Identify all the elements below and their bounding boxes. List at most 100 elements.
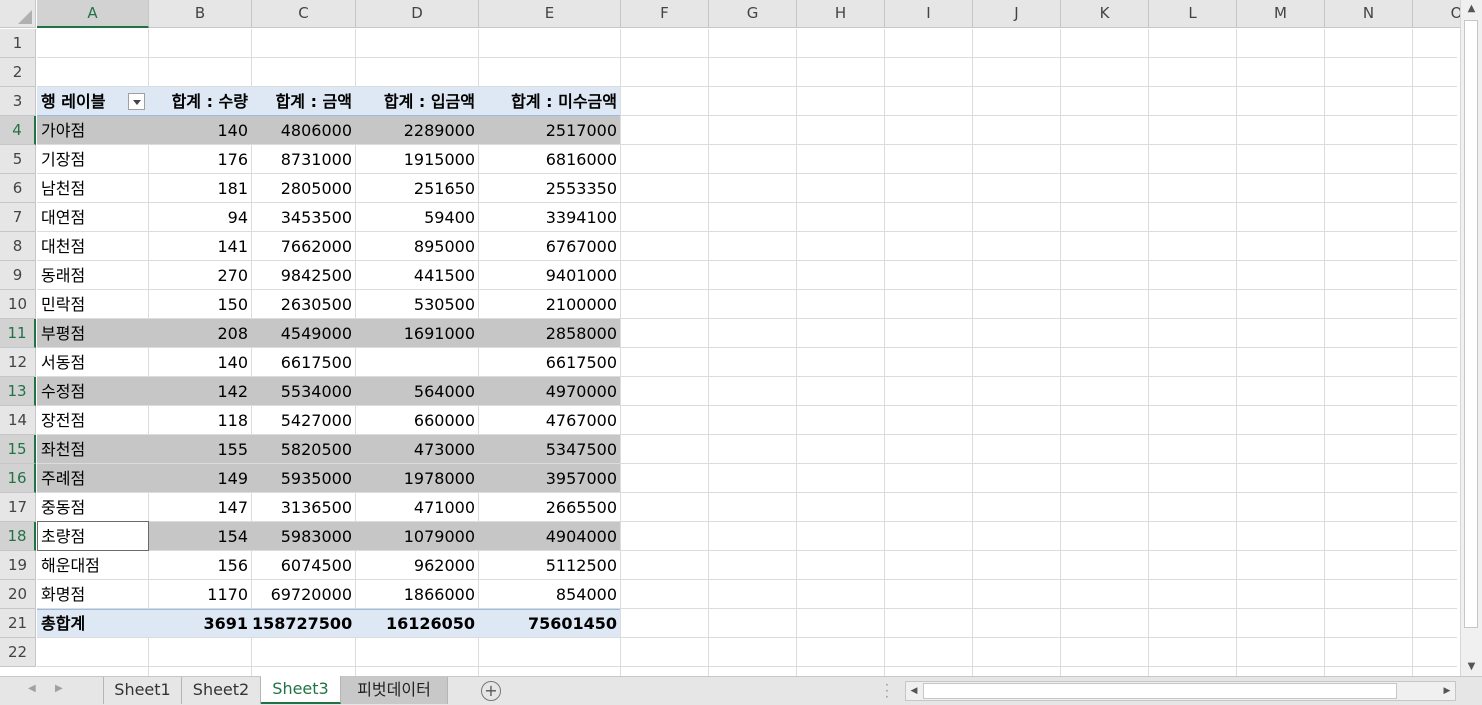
vertical-scroll-thumb[interactable]	[1464, 20, 1478, 628]
unpaid-cell[interactable]: 2858000	[479, 319, 621, 348]
sheet-tab-2[interactable]: Sheet2	[182, 677, 261, 704]
amount-cell[interactable]: 3136500	[252, 493, 356, 522]
pivot-row-label[interactable]: 장전점	[37, 406, 149, 435]
qty-cell[interactable]: 155	[149, 435, 252, 464]
sum-paid-header[interactable]: 합계 : 입금액	[356, 87, 479, 116]
row-header-16[interactable]: 16	[0, 464, 36, 493]
column-header-k[interactable]: K	[1061, 0, 1149, 28]
horizontal-scrollbar[interactable]: ◀ ▶	[905, 681, 1456, 701]
sheet-tab-4[interactable]: 피벗데이터	[341, 677, 448, 704]
sum-amount-header[interactable]: 합계 : 금액	[252, 87, 356, 116]
unpaid-cell[interactable]: 6617500	[479, 348, 621, 377]
row-header-3[interactable]: 3	[0, 87, 36, 116]
pivot-row-label[interactable]: 가야점	[37, 116, 149, 145]
unpaid-cell[interactable]: 3394100	[479, 203, 621, 232]
amount-cell[interactable]: 5983000	[252, 522, 356, 551]
amount-cell[interactable]: 5820500	[252, 435, 356, 464]
column-header-o[interactable]: O	[1413, 0, 1460, 28]
pivot-row-label[interactable]: 대연점	[37, 203, 149, 232]
sheet-tab-3[interactable]: Sheet3	[261, 676, 341, 704]
unpaid-cell[interactable]: 2517000	[479, 116, 621, 145]
qty-cell[interactable]: 270	[149, 261, 252, 290]
qty-cell[interactable]: 149	[149, 464, 252, 493]
row-header-2[interactable]: 2	[0, 58, 36, 87]
row-header-6[interactable]: 6	[0, 174, 36, 203]
column-header-d[interactable]: D	[356, 0, 479, 28]
row-header-1[interactable]: 1	[0, 29, 36, 58]
column-header-g[interactable]: G	[709, 0, 797, 28]
qty-cell[interactable]: 181	[149, 174, 252, 203]
splitter-handle-icon[interactable]: · · ·	[885, 679, 889, 703]
pivot-row-label[interactable]: 해운대점	[37, 551, 149, 580]
paid-cell[interactable]: 471000	[356, 493, 479, 522]
column-header-f[interactable]: F	[621, 0, 709, 28]
amount-cell[interactable]: 3453500	[252, 203, 356, 232]
scroll-up-icon[interactable]: ▲	[1461, 0, 1482, 18]
pivot-row-label[interactable]: 초량점	[37, 522, 149, 551]
qty-cell[interactable]: 154	[149, 522, 252, 551]
row-header-4[interactable]: 4	[0, 116, 36, 145]
row-header-12[interactable]: 12	[0, 348, 36, 377]
sheet-tab-1[interactable]: Sheet1	[103, 677, 182, 704]
unpaid-cell[interactable]: 4904000	[479, 522, 621, 551]
row-header-22[interactable]: 22	[0, 638, 36, 667]
pivot-row-label[interactable]: 남천점	[37, 174, 149, 203]
chevron-right-icon[interactable]: ▶	[55, 683, 63, 694]
scroll-left-icon[interactable]: ◀	[906, 682, 922, 700]
amount-cell[interactable]: 4549000	[252, 319, 356, 348]
pivot-row-label[interactable]: 좌천점	[37, 435, 149, 464]
row-header-8[interactable]: 8	[0, 232, 36, 261]
amount-cell[interactable]: 4806000	[252, 116, 356, 145]
row-header-21[interactable]: 21	[0, 609, 36, 638]
unpaid-cell[interactable]: 6816000	[479, 145, 621, 174]
paid-cell[interactable]: 1915000	[356, 145, 479, 174]
unpaid-cell[interactable]: 9401000	[479, 261, 621, 290]
paid-cell[interactable]: 2289000	[356, 116, 479, 145]
qty-cell[interactable]: 176	[149, 145, 252, 174]
pivot-row-label[interactable]: 화명점	[37, 580, 149, 609]
qty-cell[interactable]: 140	[149, 116, 252, 145]
amount-cell[interactable]: 2805000	[252, 174, 356, 203]
column-header-m[interactable]: M	[1237, 0, 1325, 28]
unpaid-cell[interactable]: 2100000	[479, 290, 621, 319]
total-amount-cell[interactable]: 158727500	[252, 609, 356, 638]
qty-cell[interactable]: 94	[149, 203, 252, 232]
row-header-10[interactable]: 10	[0, 290, 36, 319]
pivot-row-label[interactable]: 부평점	[37, 319, 149, 348]
sum-unpaid-header[interactable]: 합계 : 미수금액	[479, 87, 621, 116]
amount-cell[interactable]: 6617500	[252, 348, 356, 377]
row-header-5[interactable]: 5	[0, 145, 36, 174]
pivot-row-label[interactable]: 주례점	[37, 464, 149, 493]
paid-cell[interactable]: 1978000	[356, 464, 479, 493]
column-header-l[interactable]: L	[1149, 0, 1237, 28]
row-header-17[interactable]: 17	[0, 493, 36, 522]
sum-qty-header[interactable]: 합계 : 수량	[149, 87, 252, 116]
amount-cell[interactable]: 7662000	[252, 232, 356, 261]
horizontal-scroll-thumb[interactable]	[923, 683, 1397, 699]
scroll-down-icon[interactable]: ▼	[1461, 658, 1482, 676]
total-qty-cell[interactable]: 3691	[149, 609, 252, 638]
total-paid-cell[interactable]: 16126050	[356, 609, 479, 638]
row-header-20[interactable]: 20	[0, 580, 36, 609]
pivot-row-label[interactable]: 서동점	[37, 348, 149, 377]
vertical-scrollbar[interactable]: ▲ ▼	[1460, 0, 1482, 676]
pivot-row-label[interactable]: 기장점	[37, 145, 149, 174]
row-header-7[interactable]: 7	[0, 203, 36, 232]
qty-cell[interactable]: 147	[149, 493, 252, 522]
qty-cell[interactable]: 142	[149, 377, 252, 406]
pivot-row-label[interactable]: 대천점	[37, 232, 149, 261]
paid-cell[interactable]: 895000	[356, 232, 479, 261]
qty-cell[interactable]: 156	[149, 551, 252, 580]
column-header-a[interactable]: A	[37, 0, 149, 28]
row-header-9[interactable]: 9	[0, 261, 36, 290]
unpaid-cell[interactable]: 2665500	[479, 493, 621, 522]
pivot-row-label[interactable]: 민락점	[37, 290, 149, 319]
qty-cell[interactable]: 140	[149, 348, 252, 377]
amount-cell[interactable]: 5427000	[252, 406, 356, 435]
grand-total-label[interactable]: 총합계	[37, 609, 149, 638]
select-all-corner[interactable]	[0, 0, 36, 28]
scroll-right-icon[interactable]: ▶	[1439, 682, 1455, 700]
pivot-row-label[interactable]: 수정점	[37, 377, 149, 406]
amount-cell[interactable]: 9842500	[252, 261, 356, 290]
spreadsheet-grid[interactable]: ABCDEFGHIJKLMNO 1 2 3 4 5 6 7 8 9 10 11 12 13 14 15 16 1…	[0, 0, 1460, 676]
